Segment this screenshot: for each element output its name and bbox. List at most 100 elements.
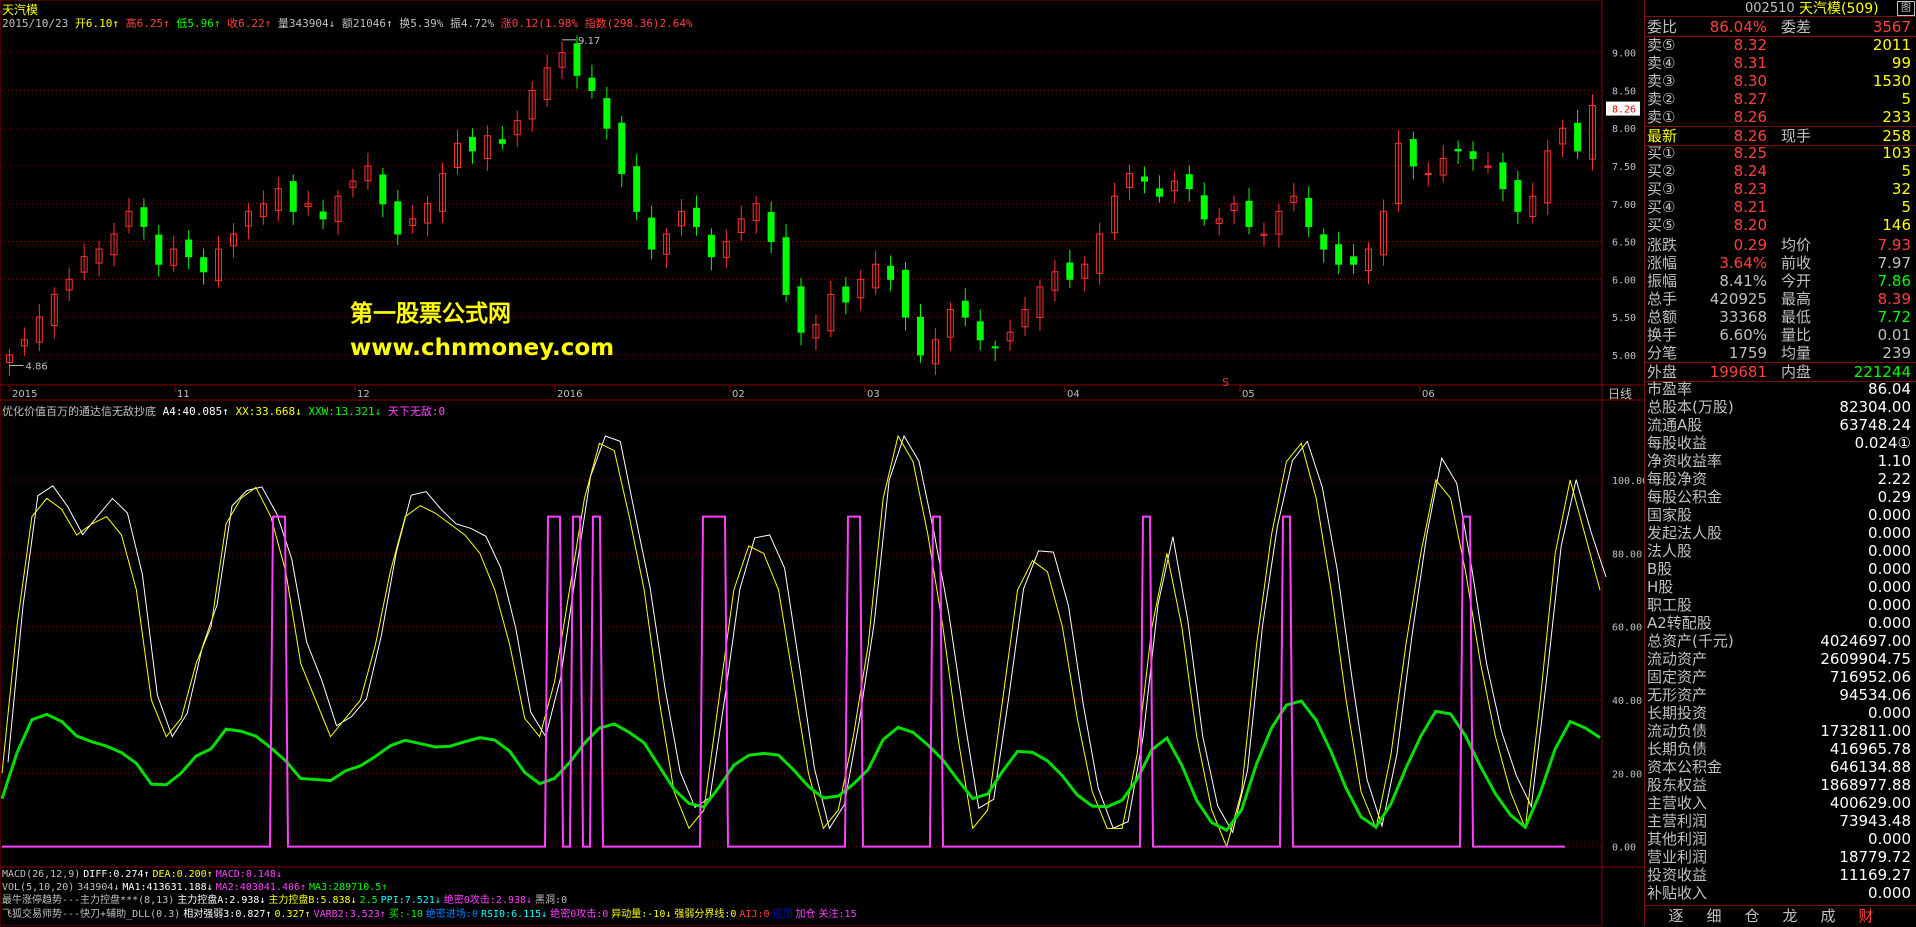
stat-label-2: 量比 — [1781, 326, 1812, 344]
fundamental-row[interactable]: 主营收入 400629.00 — [1645, 794, 1916, 812]
vol-line[interactable]: VOL(5,10,20) 343904↓ MA1:413631.188↓ MA2:40… — [2, 882, 390, 894]
fundamental-row[interactable]: 流动负债 1732811.00 — [1645, 722, 1916, 740]
fundamental-value: 0.000 — [1868, 578, 1911, 596]
macd-line[interactable]: MACD(26,12,9) DIFF:0.274↑ DEA:0.200↑ MACD:0… — [2, 869, 285, 881]
fundamental-row[interactable]: B股 0.000 — [1645, 560, 1916, 578]
bid-row[interactable]: 买③ 8.23 32 — [1645, 180, 1916, 198]
stat-row[interactable]: 振幅 8.41% 今开 7.86 — [1645, 272, 1916, 290]
stat-row[interactable]: 换手 6.60% 量比 0.01 — [1645, 326, 1916, 344]
latest-row[interactable]: 最新 8.26 现手 258 — [1645, 126, 1916, 146]
indicator-tick-label: 20.00 — [1612, 769, 1642, 780]
chart-area[interactable]: 9.00 8.50 8.00 7.50 7.00 6.50 6.00 5.50 5.00 8.26… — [0, 0, 1644, 926]
bid-volume: 103 — [1882, 144, 1911, 162]
fundamental-row[interactable]: 总股本(万股) 82304.00 — [1645, 398, 1916, 416]
stat-row[interactable]: 涨幅 3.64% 前收 7.97 — [1645, 254, 1916, 272]
candle-body — [1454, 148, 1462, 152]
fundamental-row[interactable]: 市盈率 86.04 — [1645, 380, 1916, 398]
watermark-url[interactable]: www.chnmoney.com — [350, 335, 614, 361]
fundamental-row[interactable]: 每股收益 0.024① — [1645, 434, 1916, 452]
fundamental-row[interactable]: 每股净资 2.22 — [1645, 470, 1916, 488]
candle-body — [916, 316, 924, 356]
bid-label: 买① — [1647, 144, 1676, 162]
fundamental-row[interactable]: 发起法人股 0.000 — [1645, 524, 1916, 542]
header-turnover: 换5.39% — [399, 17, 444, 30]
formula-line-4[interactable]: 飞狐交易师势---快刀+辅助_DLL(0.3) 相对强弱3:0.827↑ 0.327… — [2, 909, 860, 921]
bid-row[interactable]: 买① 8.25 103 — [1645, 144, 1916, 162]
fundamental-row[interactable]: 总资产(千元) 4024697.00 — [1645, 632, 1916, 650]
fundamental-row[interactable]: 国家股 0.000 — [1645, 506, 1916, 524]
fundamental-row[interactable]: 流动资产 2609904.75 — [1645, 650, 1916, 668]
stat-row[interactable]: 总手 420925 最高 8.39 — [1645, 290, 1916, 308]
formula-line-3[interactable]: 最牛涨停趋势---主力控盘***(8,13) 主力控盘A:2.938↓ 主力控盘B:… — [2, 895, 570, 907]
fundamental-row[interactable]: 每股公积金 0.29 — [1645, 488, 1916, 506]
fundamental-row[interactable]: 净资收益率 1.10 — [1645, 452, 1916, 470]
fundamental-label: 主营收入 — [1647, 794, 1708, 812]
weibi-value: 86.04% — [1709, 18, 1767, 36]
ask-row[interactable]: 卖③ 8.30 1530 — [1645, 72, 1916, 90]
bid-row[interactable]: 买④ 8.21 5 — [1645, 198, 1916, 216]
footer-indicator-item: VOL(5,10,20) — [2, 882, 75, 893]
ask-row[interactable]: 卖④ 8.31 99 — [1645, 54, 1916, 72]
fundamental-value: 0.000 — [1868, 596, 1911, 614]
bid-row[interactable]: 买② 8.24 5 — [1645, 162, 1916, 180]
ask-row[interactable]: 卖⑤ 8.32 2011 — [1645, 36, 1916, 54]
fundamental-label: 总资产(千元) — [1647, 632, 1734, 650]
sidebar-tab[interactable]: 成 — [1809, 906, 1847, 927]
fundamental-row[interactable]: 营业利润 18779.72 — [1645, 848, 1916, 866]
fundamental-row[interactable]: 固定资产 716952.06 — [1645, 668, 1916, 686]
stat-row[interactable]: 涨跌 0.29 均价 7.93 — [1645, 236, 1916, 254]
fundamental-value: 1732811.00 — [1820, 722, 1911, 740]
fundamental-row[interactable]: 投资收益 11169.27 — [1645, 866, 1916, 884]
event-marker: S — [1222, 376, 1229, 389]
bid-label: 买④ — [1647, 198, 1676, 216]
chart-canvas[interactable]: 9.00 8.50 8.00 7.50 7.00 6.50 6.00 5.50 5.00 8.26… — [0, 0, 1644, 926]
fundamental-row[interactable]: 主营利润 73943.48 — [1645, 812, 1916, 830]
fundamental-row[interactable]: H股 0.000 — [1645, 578, 1916, 596]
stat-label: 总手 — [1647, 290, 1678, 308]
fundamental-row[interactable]: 流通A股 63748.24 — [1645, 416, 1916, 434]
current-hand-value: 258 — [1882, 127, 1911, 145]
sidebar-tab[interactable]: 龙 — [1771, 906, 1809, 927]
header-low: 低5.96↑ — [176, 17, 221, 30]
ask-volume: 233 — [1882, 108, 1911, 126]
sidebar-tab[interactable]: 财 — [1847, 906, 1885, 927]
fundamental-row[interactable]: 股东权益 1868977.88 — [1645, 776, 1916, 794]
ask-volume: 5 — [1901, 90, 1911, 108]
stat-value-2: 8.39 — [1877, 290, 1911, 308]
sidebar-tab[interactable]: 仓 — [1733, 906, 1771, 927]
time-axis-label: 03 — [867, 389, 880, 400]
fundamental-row[interactable]: 补贴收入 0.000 — [1645, 884, 1916, 902]
stat-label: 涨幅 — [1647, 254, 1678, 272]
fundamental-label: 净资收益率 — [1647, 452, 1723, 470]
stat-value-2: 7.97 — [1877, 254, 1911, 272]
bid-row[interactable]: 买⑤ 8.20 146 — [1645, 216, 1916, 234]
header-amount: 额21046↑ — [341, 17, 393, 30]
sidebar-tab[interactable]: 逐 — [1657, 906, 1695, 927]
sidebar-tab[interactable]: 细 — [1695, 906, 1733, 927]
candle-body — [185, 239, 193, 258]
indicator-title: 优化价值百万的通达信无敌抄底 A4:40.085↑ XX:33.668↓ XXW… — [2, 403, 445, 419]
footer-indicator-item: 绝密0攻击:0 — [550, 909, 609, 920]
stat-row[interactable]: 分笔 1759 均量 239 — [1645, 344, 1916, 362]
ask-row[interactable]: 卖① 8.26 233 — [1645, 108, 1916, 126]
candle-body — [1140, 176, 1148, 182]
footer-indicator-item: 黑洞:0 — [535, 895, 568, 906]
chart-toggle-icon[interactable]: 图 — [1897, 1, 1915, 16]
fundamental-row[interactable]: 长期负债 416965.78 — [1645, 740, 1916, 758]
stat-label: 分笔 — [1647, 344, 1678, 362]
ask-price: 8.32 — [1733, 36, 1767, 54]
fundamental-row[interactable]: 职工股 0.000 — [1645, 596, 1916, 614]
candle-body — [468, 136, 476, 152]
stat-row[interactable]: 总额 33368 最低 7.72 — [1645, 308, 1916, 326]
weibi-row[interactable]: 委比 86.04% 委差 3567 — [1645, 18, 1916, 37]
outer-inner-row[interactable]: 外盘 199681 内盘 221244 — [1645, 362, 1916, 382]
fundamental-row[interactable]: A2转配股 0.000 — [1645, 614, 1916, 632]
fundamental-row[interactable]: 其他利润 0.000 — [1645, 830, 1916, 848]
ask-row[interactable]: 卖② 8.27 5 — [1645, 90, 1916, 108]
fundamental-row[interactable]: 资本公积金 646134.88 — [1645, 758, 1916, 776]
latest-price: 8.26 — [1733, 127, 1767, 145]
fundamental-row[interactable]: 法人股 0.000 — [1645, 542, 1916, 560]
price-tick-label: 8.00 — [1612, 124, 1636, 135]
fundamental-row[interactable]: 无形资产 94534.06 — [1645, 686, 1916, 704]
fundamental-row[interactable]: 长期投资 0.000 — [1645, 704, 1916, 722]
